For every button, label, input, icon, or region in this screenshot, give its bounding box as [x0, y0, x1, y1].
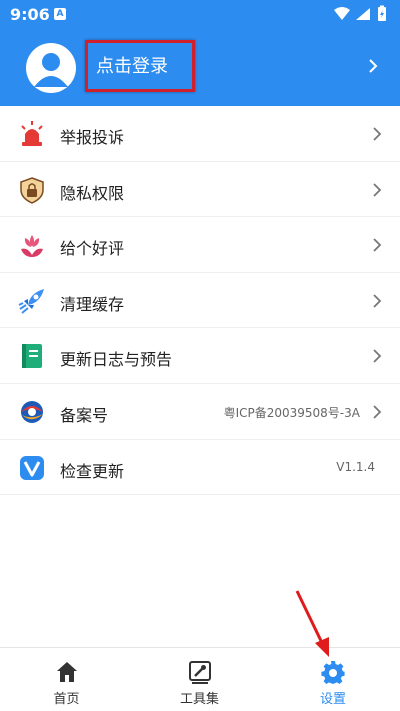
nav-label-home: 首页	[53, 692, 80, 707]
status-time: 9:06	[10, 5, 50, 24]
chevron-right-icon	[368, 58, 378, 78]
rocket-icon	[18, 287, 46, 315]
menu-item-label: 检查更新	[60, 461, 125, 481]
toolbox-icon	[188, 660, 212, 684]
chevron-right-icon	[372, 404, 382, 424]
settings-menu: 举报投诉 隐私权限 给个好评 清理缓存 更新日志与预告 备案号 粤ICP备200…	[0, 106, 400, 496]
home-icon	[55, 660, 79, 684]
menu-item-privacy[interactable]: 隐私权限	[0, 162, 400, 218]
wifi-icon	[334, 7, 350, 20]
nav-home[interactable]: 首页	[0, 648, 133, 711]
menu-item-label: 隐私权限	[60, 183, 125, 203]
status-icons	[332, 5, 392, 23]
menu-item-label: 清理缓存	[60, 294, 125, 314]
menu-item-changelog[interactable]: 更新日志与预告	[0, 328, 400, 384]
signal-icon	[356, 8, 370, 20]
avatar[interactable]	[26, 43, 76, 93]
login-header[interactable]: 点击登录	[0, 28, 400, 106]
menu-item-label: 更新日志与预告	[60, 350, 173, 370]
login-text[interactable]: 点击登录	[96, 57, 168, 77]
flower-icon	[18, 231, 46, 259]
chevron-right-icon	[372, 182, 382, 202]
menu-item-check-update[interactable]: 检查更新 V1.1.4	[0, 440, 400, 496]
nav-label-tools: 工具集	[179, 692, 219, 707]
menu-item-label: 给个好评	[60, 239, 125, 259]
menu-item-value: V1.1.4	[336, 459, 375, 474]
nav-tools[interactable]: 工具集	[133, 648, 266, 711]
notification-icon: A	[54, 8, 66, 20]
status-bar: 9:06 A	[0, 0, 400, 28]
chevron-right-icon	[372, 293, 382, 313]
alarm-light-icon	[18, 120, 46, 148]
bottom-nav: 首页 工具集 设置	[0, 647, 400, 711]
battery-icon	[378, 5, 386, 21]
user-avatar-icon	[34, 53, 68, 87]
menu-item-value: 粤ICP备20039508号-3A	[223, 405, 360, 420]
chevron-right-icon	[372, 348, 382, 368]
version-v-icon	[18, 454, 46, 482]
nav-settings[interactable]: 设置	[266, 648, 400, 711]
chevron-right-icon	[372, 126, 382, 146]
menu-item-rate[interactable]: 给个好评	[0, 217, 400, 273]
menu-item-icp[interactable]: 备案号 粤ICP备20039508号-3A	[0, 384, 400, 440]
menu-item-report[interactable]: 举报投诉	[0, 106, 400, 162]
menu-item-label: 备案号	[60, 405, 109, 425]
chevron-right-icon	[372, 237, 382, 257]
menu-item-label: 举报投诉	[60, 128, 125, 147]
registration-logo-icon	[18, 398, 46, 426]
menu-item-clear-cache[interactable]: 清理缓存	[0, 273, 400, 329]
nav-label-settings: 设置	[319, 692, 346, 707]
notebook-icon	[18, 342, 46, 370]
shield-lock-icon	[18, 176, 46, 204]
gear-icon	[321, 660, 345, 684]
